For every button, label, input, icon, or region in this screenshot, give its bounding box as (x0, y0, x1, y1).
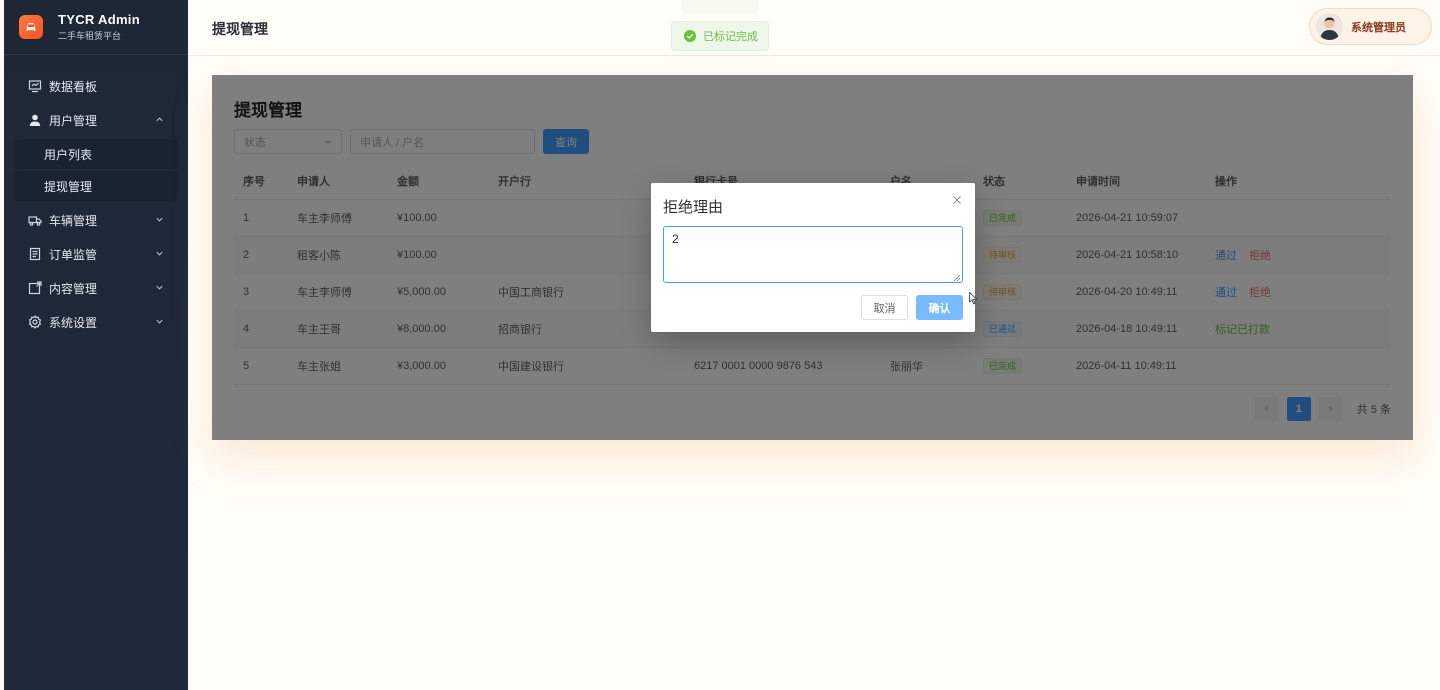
top-header: 提现管理 系统管理员 (188, 0, 1440, 56)
sidebar-item-orders[interactable]: 订单监管 (4, 237, 188, 271)
sidebar-item-settings[interactable]: 系统设置 (4, 305, 188, 339)
chevron-down-icon (156, 217, 163, 222)
resize-handle-icon[interactable] (953, 274, 961, 282)
brand: TYCR Admin 二手车租赁平台 (4, 0, 188, 55)
reject-reason-dialog: 拒绝理由 取消 确认 (651, 183, 975, 332)
page-title: 提现管理 (212, 21, 268, 37)
truck-icon (28, 213, 42, 227)
sidebar-nav: 数据看板 用户管理 用户列表 提现管理 车辆管理 订单监管 内容管理 系统设置 (4, 55, 188, 339)
sidebar-item-label: 系统设置 (49, 315, 98, 330)
success-toast: 已标记完成 (671, 21, 769, 51)
car-logo-icon (19, 15, 43, 39)
avatar (1316, 13, 1343, 40)
sidebar-subitem-withdrawals[interactable]: 提现管理 (14, 171, 178, 201)
user-menu[interactable]: 系统管理员 (1309, 8, 1432, 45)
chevron-down-icon (156, 251, 163, 256)
check-circle-icon (684, 30, 696, 42)
mouse-cursor-icon (969, 292, 978, 305)
gear-icon (28, 315, 42, 329)
sidebar-item-content[interactable]: 内容管理 (4, 271, 188, 305)
sidebar-item-label: 数据看板 (49, 79, 98, 94)
reject-reason-textarea[interactable] (663, 226, 963, 283)
content-icon (28, 281, 42, 295)
toast-message: 已标记完成 (703, 31, 758, 43)
cancel-button[interactable]: 取消 (861, 295, 908, 320)
brand-subtitle: 二手车租赁平台 (58, 31, 122, 41)
user-icon (28, 113, 42, 127)
chevron-down-icon (156, 319, 163, 324)
sidebar-item-label: 车辆管理 (49, 213, 98, 228)
sidebar-item-users[interactable]: 用户管理 (4, 103, 188, 137)
sidebar-subitem-user-list[interactable]: 用户列表 (14, 139, 178, 169)
brand-name: TYCR Admin (58, 12, 140, 27)
chevron-down-icon (156, 285, 163, 290)
dialog-title: 拒绝理由 (663, 199, 724, 216)
sidebar-item-dashboard[interactable]: 数据看板 (4, 69, 188, 103)
toast-previous (681, 0, 759, 14)
close-icon[interactable] (951, 194, 963, 206)
document-icon (28, 247, 42, 261)
chevron-up-icon (156, 117, 163, 122)
sidebar-item-label: 内容管理 (49, 281, 98, 296)
dashboard-icon (28, 79, 42, 93)
sidebar-subitem-label: 提现管理 (44, 179, 93, 194)
sidebar-subitem-label: 用户列表 (44, 147, 93, 162)
confirm-button[interactable]: 确认 (916, 295, 963, 320)
sidebar-item-label: 订单监管 (49, 247, 98, 262)
user-name: 系统管理员 (1351, 21, 1406, 34)
sidebar: TYCR Admin 二手车租赁平台 数据看板 用户管理 用户列表 提现管理 车… (4, 0, 188, 690)
sidebar-item-vehicles[interactable]: 车辆管理 (4, 203, 188, 237)
sidebar-item-label: 用户管理 (49, 113, 98, 128)
